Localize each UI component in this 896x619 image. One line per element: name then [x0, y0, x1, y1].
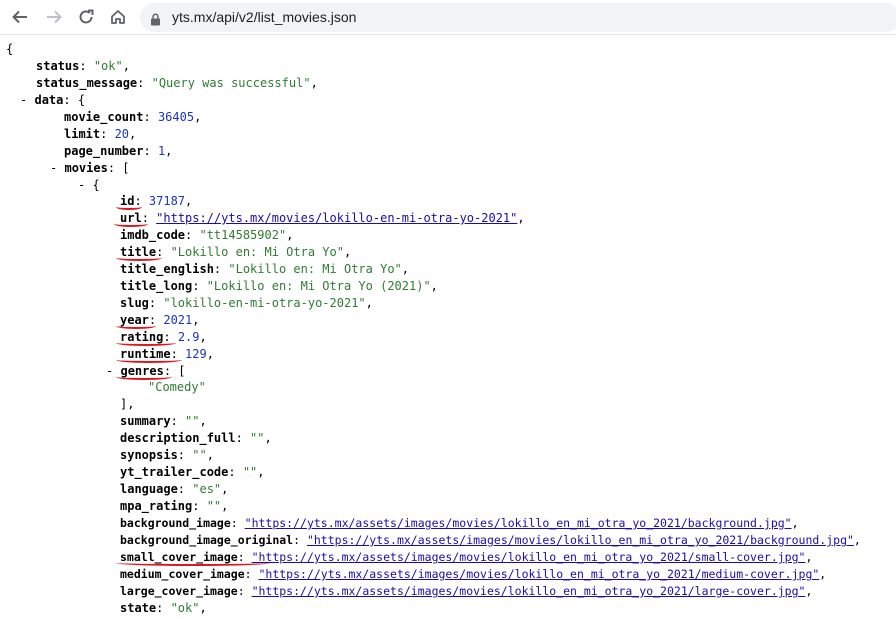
json-row-movies: - movies: [ [50, 161, 130, 175]
json-row-limit: limit: 20, [64, 127, 137, 141]
json-row-background-image-original: background_image_original: "https://yts.… [120, 533, 861, 547]
json-row-genre-item: "Comedy" [148, 380, 206, 394]
url-text[interactable]: yts.mx/api/v2/list_movies.json [172, 9, 356, 25]
json-row-data: - data: { [20, 93, 86, 107]
lock-icon[interactable] [150, 11, 161, 30]
json-row-mpa-rating: mpa_rating: "", [120, 499, 229, 513]
address-bar[interactable]: yts.mx/api/v2/list_movies.json [140, 3, 896, 32]
json-row-description-full: description_full: "", [120, 431, 272, 445]
small-cover-image-link[interactable]: "https://yts.mx/assets/images/movies/lok… [252, 550, 806, 564]
json-row-title-english: title_english: "Lokillo en: Mi Otra Yo", [120, 262, 409, 276]
json-row-page-number: page_number: 1, [64, 144, 173, 158]
json-row-slug: slug: "lokillo-en-mi-otra-yo-2021", [120, 296, 373, 310]
json-row-id: id: 37187, [120, 194, 193, 208]
json-row-state: state: "ok", [120, 601, 207, 615]
reload-icon[interactable] [74, 5, 98, 29]
back-arrow-icon[interactable] [8, 5, 32, 29]
json-row-movie-count: movie_count: 36405, [64, 110, 202, 124]
json-row-imdb-code: imdb_code: "tt14585902", [120, 228, 294, 242]
json-row-yt-trailer-code: yt_trailer_code: "", [120, 465, 265, 479]
large-cover-image-link[interactable]: "https://yts.mx/assets/images/movies/lok… [252, 584, 806, 598]
json-row-genres: - genres: [ [106, 364, 186, 378]
json-row-status: status: "ok", [36, 59, 130, 73]
browser-toolbar: yts.mx/api/v2/list_movies.json [0, 0, 896, 35]
json-row-year: year: 2021, [120, 313, 200, 327]
json-row-runtime: runtime: 129, [120, 347, 214, 361]
json-row-language: language: "es", [120, 482, 229, 496]
json-row-rating: rating: 2.9, [120, 330, 207, 344]
medium-cover-image-link[interactable]: "https://yts.mx/assets/images/movies/lok… [258, 567, 819, 581]
json-open-brace: { [6, 42, 14, 56]
background-image-original-link[interactable]: "https://yts.mx/assets/images/movies/lok… [307, 533, 854, 547]
home-icon[interactable] [106, 5, 130, 29]
forward-arrow-icon[interactable] [42, 5, 66, 29]
background-image-link[interactable]: "https://yts.mx/assets/images/movies/lok… [245, 516, 792, 530]
json-row-title: title: "Lokillo en: Mi Otra Yo", [120, 245, 352, 259]
json-row-background-image: background_image: "https://yts.mx/assets… [120, 516, 799, 530]
json-row-title-long: title_long: "Lokillo en: Mi Otra Yo (202… [120, 279, 438, 293]
json-row-small-cover-image: small_cover_image: "https://yts.mx/asset… [120, 550, 813, 564]
json-row-large-cover-image: large_cover_image: "https://yts.mx/asset… [120, 584, 813, 598]
json-row-synopsis: synopsis: "", [120, 448, 214, 462]
json-row-url: url: "https://yts.mx/movies/lokillo-en-m… [120, 211, 525, 225]
json-row-genres-close: ], [120, 397, 135, 411]
json-row-status-message: status_message: "Query was successful", [36, 76, 318, 90]
json-row-summary: summary: "", [120, 414, 207, 428]
json-row-medium-cover-image: medium_cover_image: "https://yts.mx/asse… [120, 567, 827, 581]
json-row-movie-item: - { [78, 178, 100, 192]
url-link[interactable]: "https://yts.mx/movies/lokillo-en-mi-otr… [156, 211, 517, 225]
